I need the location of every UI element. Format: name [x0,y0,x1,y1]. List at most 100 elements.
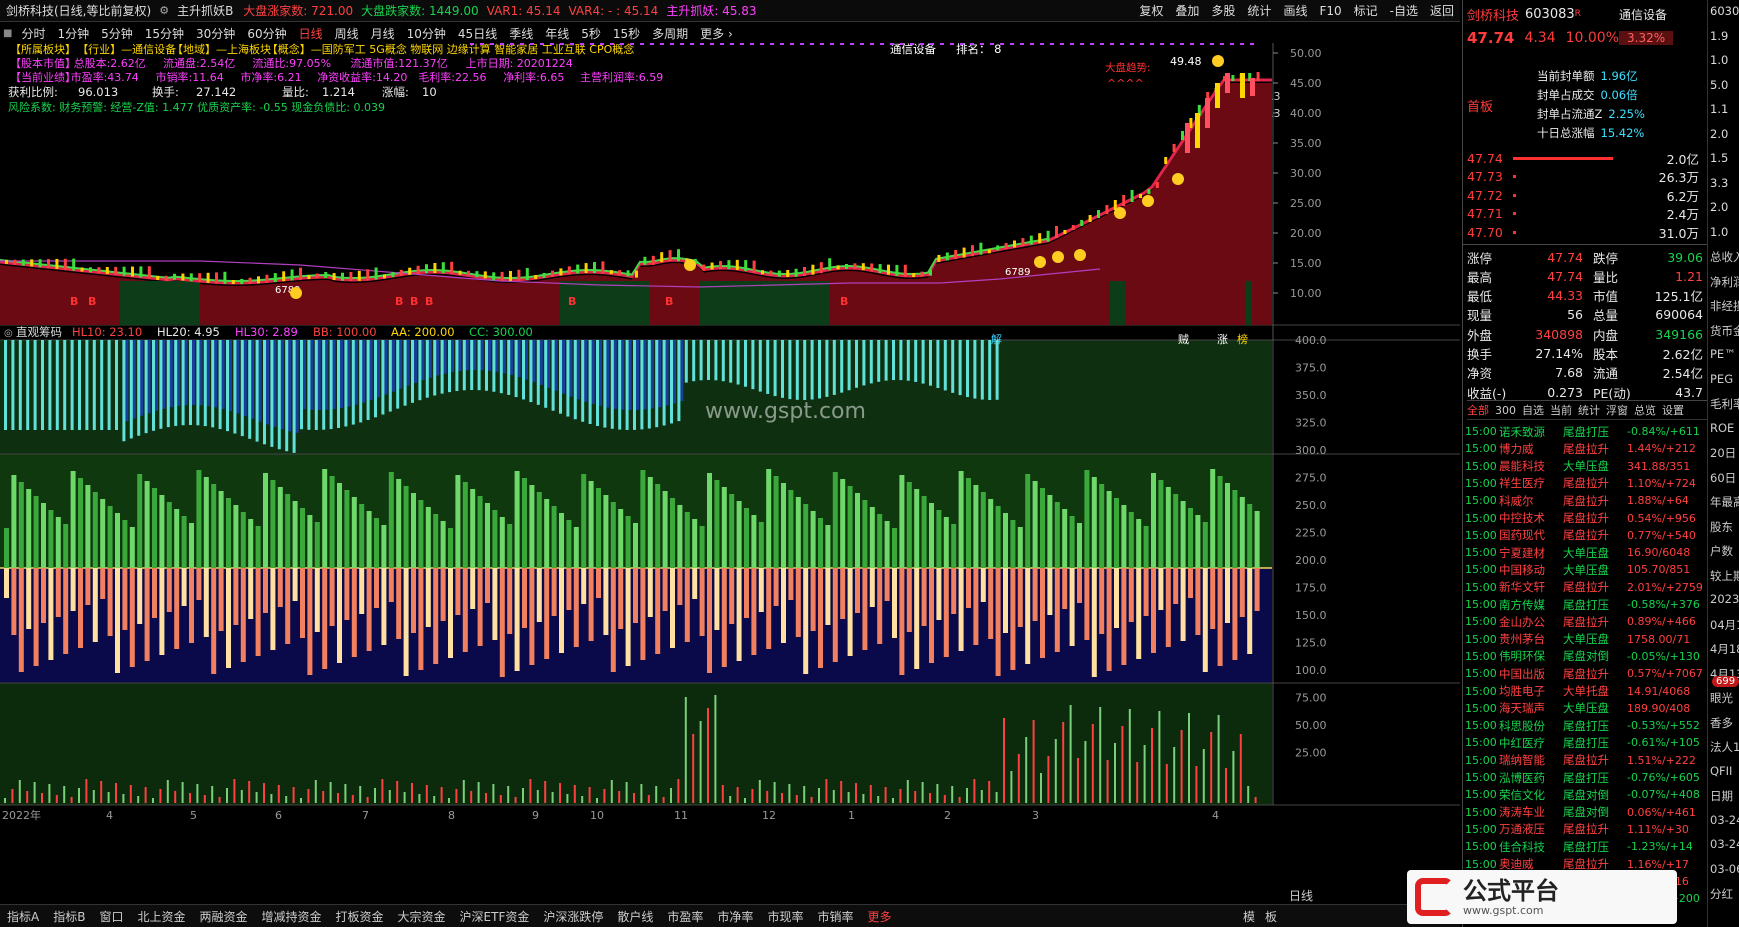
sub-axis-label-4: 300.0 [1295,444,1327,457]
wl-time: 15:00 [1465,736,1497,750]
wl-name: 博力威 [1499,441,1534,456]
signal-dot [690,43,694,45]
top-button-3[interactable]: 统计 [1241,2,1277,19]
sub-axis-label-0: 400.0 [1295,334,1327,347]
bottom-tab-0[interactable]: 指标A [0,908,46,925]
top-button-4[interactable]: 画线 [1277,2,1313,19]
top-button-6[interactable]: 标记 [1348,2,1384,19]
candle [903,264,907,277]
chip-up-bar [884,521,890,568]
wl-tab-7[interactable]: 设置 [1662,402,1684,418]
chip-up-bar [1121,505,1127,568]
volume-bar [4,798,6,803]
chip-up-bar [707,473,712,568]
bottom-tab-3[interactable]: 北上资金 [130,908,192,925]
period-tab-14[interactable]: 15秒 [607,25,646,42]
wl-tab-0[interactable]: 全部 [1467,402,1489,418]
chip-down-bar [1069,568,1075,646]
period-tab-16[interactable]: 更多 › [694,25,739,42]
wl-tab-5[interactable]: 浮窗 [1606,402,1628,418]
period-tab-12[interactable]: 年线 [539,25,575,42]
period-tab-3[interactable]: 15分钟 [139,25,190,42]
period-tab-8[interactable]: 月线 [365,25,401,42]
volume-bar [536,790,539,803]
bottom-tab-12[interactable]: 市净率 [710,908,760,925]
wl-tab-1[interactable]: 300 [1495,404,1516,417]
chip-down-bar [544,568,550,659]
candle [593,262,596,274]
period-tab-0[interactable]: 分时 [15,25,51,42]
side-item-21: 股东 [1710,519,1733,534]
signal-dot [830,43,834,45]
settings-icon[interactable]: ⚙ [159,4,169,17]
candle [475,271,479,278]
candle [433,263,437,273]
indicator-name[interactable]: 主升抓妖B [171,2,239,19]
candle [299,267,302,280]
chip-up-bar [263,473,268,568]
period-tab-11[interactable]: 季线 [503,25,539,42]
main-axis-label-2: 40.00 [1290,107,1322,120]
chart-svg[interactable]: 50.00 45.00 40.00 35.00 30.00 25.00 20.00 15.00… [0,42,1460,904]
sector-button[interactable]: 通信设备 [1619,6,1667,23]
bottom-tab-8[interactable]: 沪深ETF资金 [453,908,537,925]
side-item-8: 2.0 [1710,200,1729,214]
top-button-1[interactable]: 叠加 [1169,2,1205,19]
bottom-tab-13[interactable]: 市现率 [760,908,810,925]
candle [752,260,756,273]
bottom-tab-2[interactable]: 窗口 [92,908,130,925]
wl-name: 中国移动 [1499,562,1545,577]
period-tab-13[interactable]: 5秒 [575,25,607,42]
wl-tab-2[interactable]: 自选 [1522,402,1544,418]
period-tab-10[interactable]: 45日线 [452,25,503,42]
top-button-0[interactable]: 复权 [1133,2,1169,19]
period-tab-2[interactable]: 5分钟 [95,25,139,42]
sub-collapse-icon[interactable]: ◎ [4,328,13,339]
top-button-5[interactable]: F10 [1313,4,1347,18]
bottom-tab-6[interactable]: 打板资金 [329,908,391,925]
sub-axis-label-8: 200.0 [1295,554,1327,567]
indicator-var-0: 大盘涨家数: 721.00 [243,4,354,18]
wl-tab-3[interactable]: 当前 [1550,402,1572,418]
volume-bar [818,788,820,803]
period-tab-5[interactable]: 60分钟 [241,25,292,42]
bottom-tab-10[interactable]: 散户线 [610,908,660,925]
buy-marker: B [568,295,576,308]
period-tab-6[interactable]: 日线 [293,25,329,42]
top-button-7[interactable]: -自选 [1384,2,1424,19]
chip-down-bar [137,568,143,624]
wl-tab-4[interactable]: 统计 [1578,402,1600,418]
volume-bar [744,798,746,803]
top-button-8[interactable]: 返回 [1424,2,1460,19]
top-button-2[interactable]: 多股 [1205,2,1241,19]
signal-dot [860,43,864,45]
volume-bar [751,789,754,803]
collapse-icon[interactable]: ■ [0,28,15,39]
period-tab-7[interactable]: 周线 [329,25,365,42]
bottom-tab-4[interactable]: 两融资金 [192,908,254,925]
candle [105,267,109,275]
chart-area[interactable]: 50.00 45.00 40.00 35.00 30.00 25.00 20.00 15.00… [0,42,1460,923]
bottom-tab-5[interactable]: 增减持资金 [255,908,329,925]
chip-bar-cyan [92,340,96,430]
bottom-tab-7[interactable]: 大宗资金 [391,908,453,925]
period-tab-15[interactable]: 多周期 [646,25,694,42]
bottom-tab-11[interactable]: 市盈率 [660,908,710,925]
wl-name: 佳合科技 [1499,839,1545,854]
bottom-tab-9[interactable]: 沪深涨跌停 [536,908,610,925]
period-tab-9[interactable]: 10分钟 [401,25,452,42]
period-tab-1[interactable]: 1分钟 [51,25,95,42]
wl-tab-6[interactable]: 总览 [1634,402,1656,418]
chip-bar-cyan [33,340,37,430]
period-tab-4[interactable]: 30分钟 [190,25,241,42]
wl-signal: 尾盘打压 [1563,718,1609,733]
bottom-right-0[interactable]: 日线 [1282,887,1320,904]
chip-bar-cyan [292,340,296,453]
ask-row-4: 47.70 31.0万 [1467,222,1735,242]
bottom-tab-14[interactable]: 市销率 [810,908,860,925]
bottom-tab-15[interactable]: 更多 [860,908,898,925]
emoji-marker-icon [1142,195,1154,207]
bottom-tab-1[interactable]: 指标B [46,908,92,925]
seal-key: 封单占成交 [1537,88,1595,102]
bottom-right-2[interactable]: 板 [1258,908,1284,925]
